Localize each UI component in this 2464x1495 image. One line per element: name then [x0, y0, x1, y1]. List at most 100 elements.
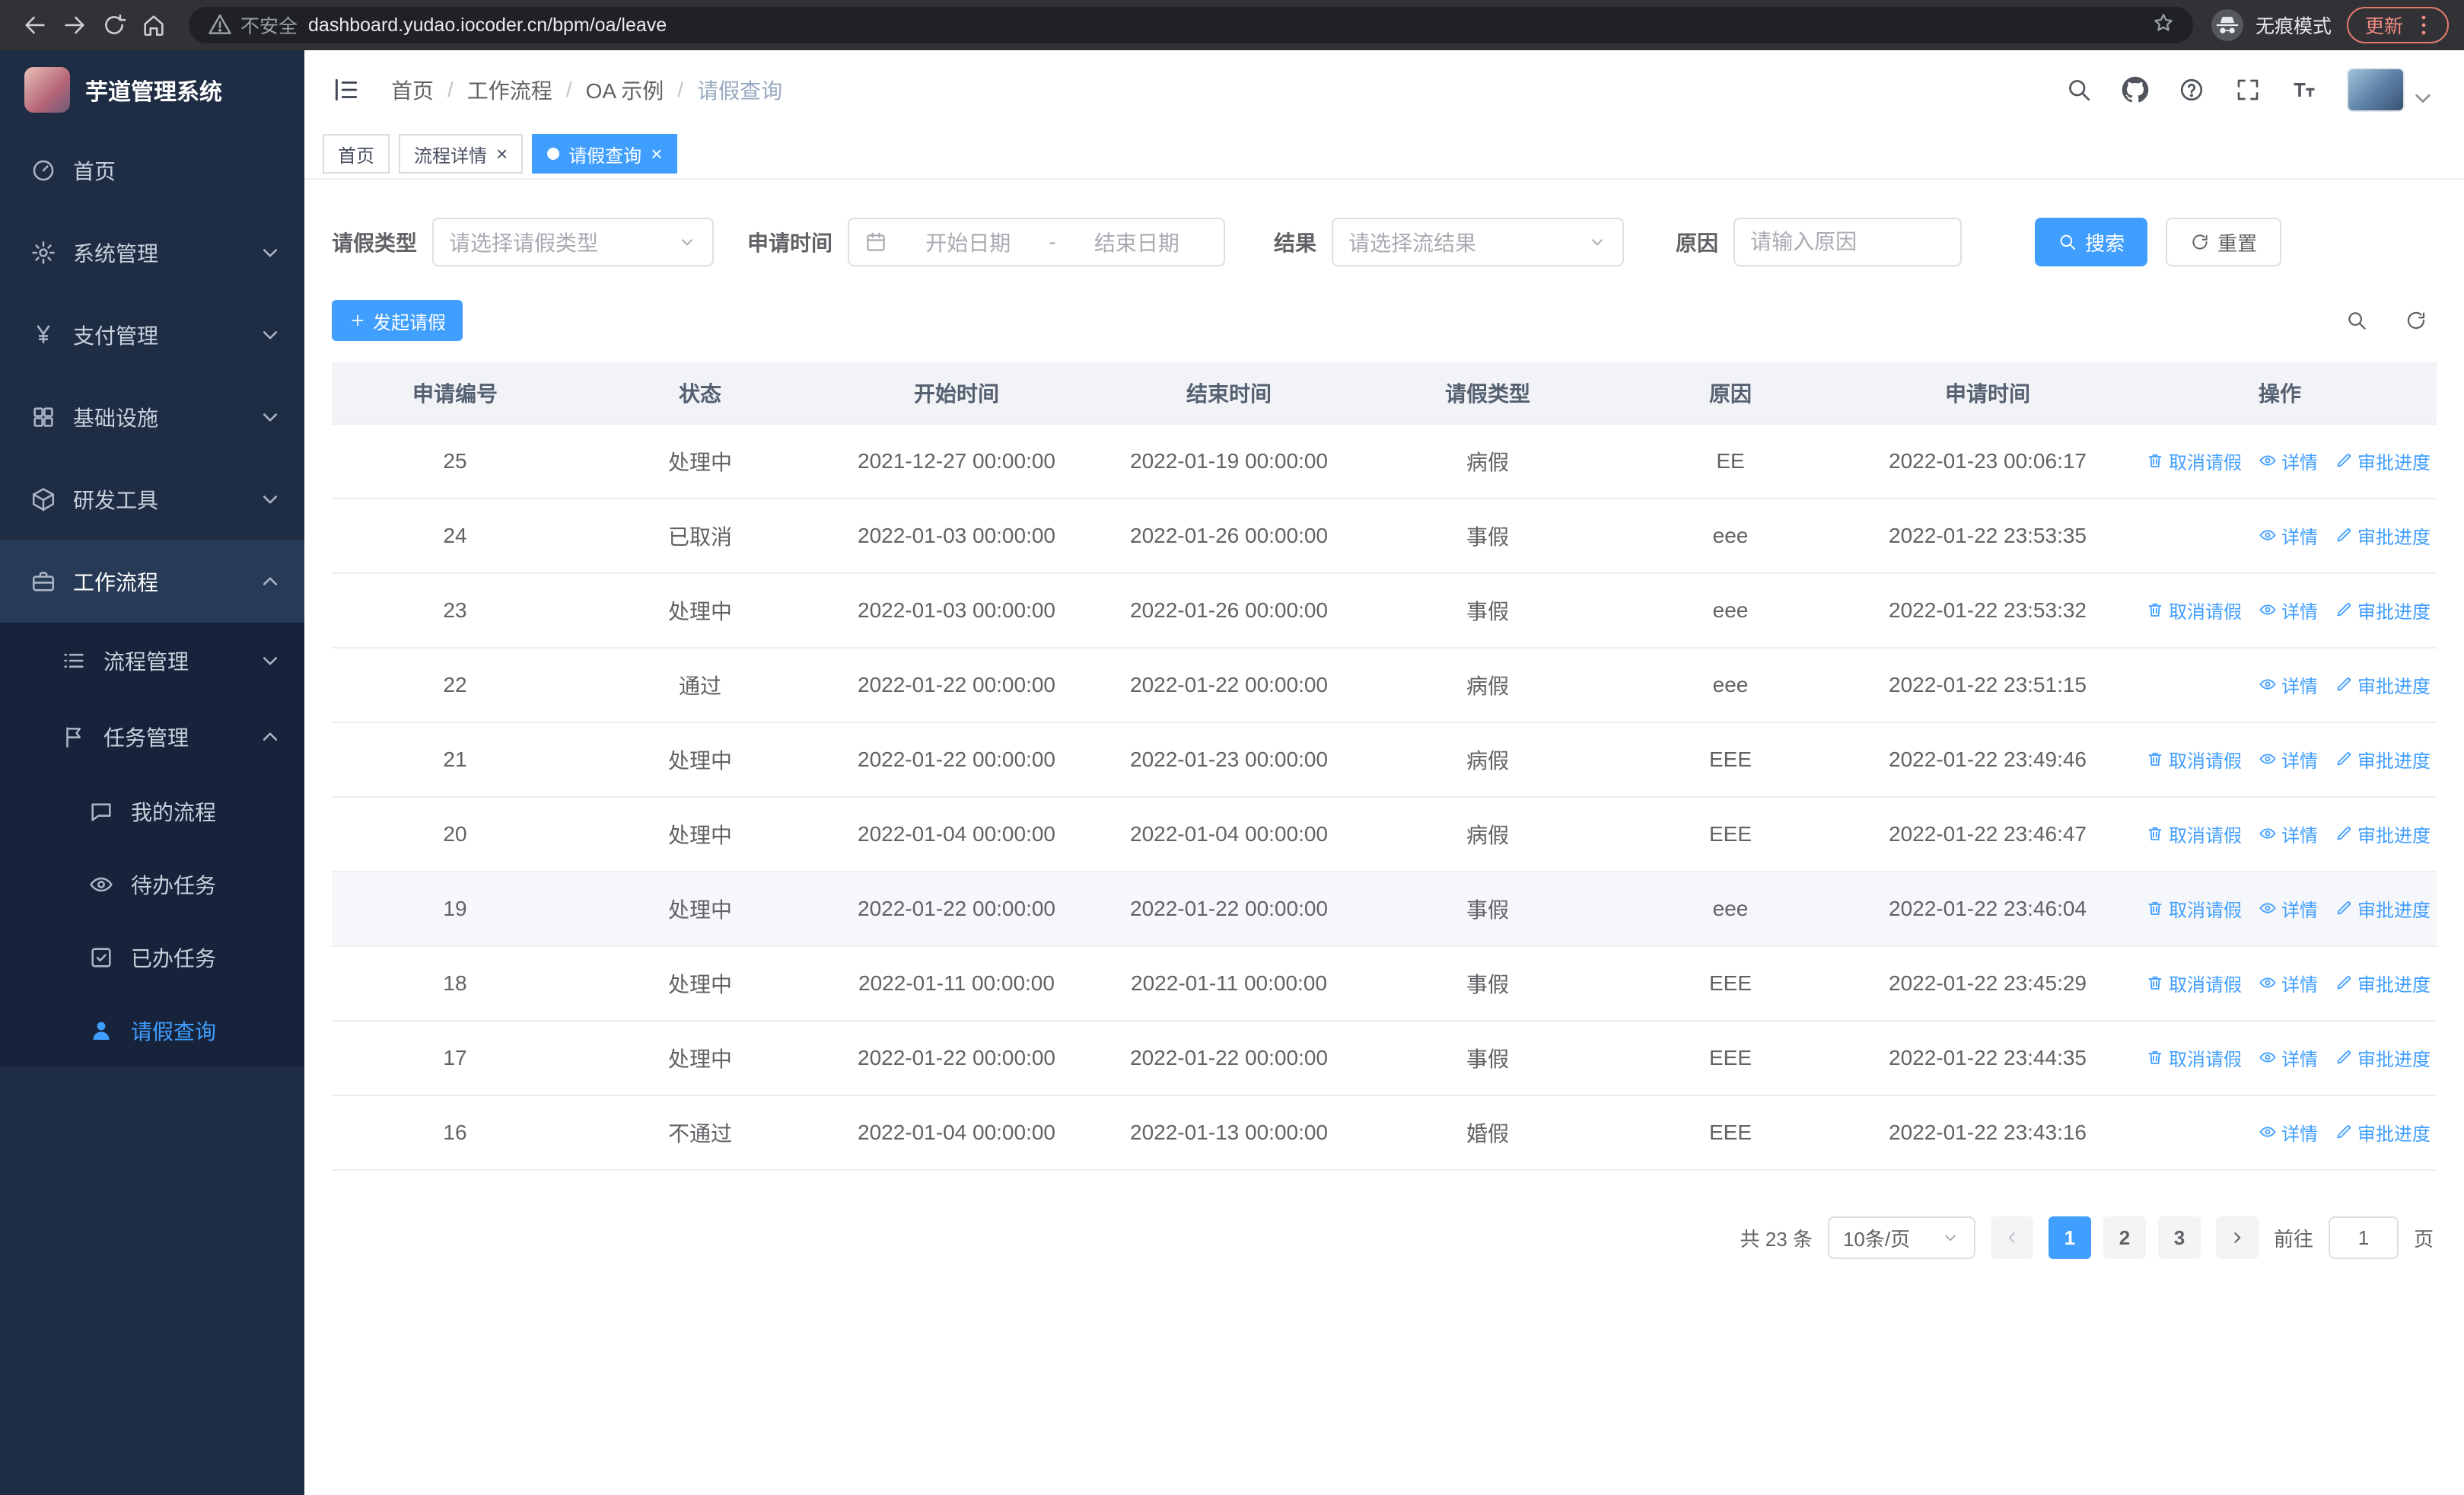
apply-time-range-picker[interactable]: 开始日期 - 结束日期 — [848, 218, 1226, 266]
approval-progress-link[interactable]: 审批进度 — [2335, 746, 2431, 773]
address-bar[interactable]: 不安全 dashboard.yudao.iocoder.cn/bpm/oa/le… — [189, 7, 2193, 43]
sidebar-item-my-process[interactable]: 我的流程 — [0, 775, 304, 848]
table-row: 23 处理中 2022-01-03 00:00:00 2022-01-26 00:00… — [332, 573, 2437, 649]
approval-progress-link[interactable]: 审批进度 — [2335, 671, 2431, 698]
avatar[interactable] — [2347, 68, 2405, 112]
reset-button[interactable]: 重置 — [2166, 218, 2282, 266]
detail-link[interactable]: 详情 — [2259, 895, 2318, 922]
approval-progress-link[interactable]: 审批进度 — [2335, 1119, 2431, 1146]
sidebar-item-infrastructure[interactable]: 基础设施 — [0, 376, 304, 458]
chat-icon — [88, 799, 114, 824]
browser-update-button[interactable]: 更新 — [2346, 7, 2449, 43]
sidebar-item-task-management[interactable]: 任务管理 — [0, 699, 304, 775]
approval-progress-link[interactable]: 审批进度 — [2335, 895, 2431, 922]
breadcrumb-workflow[interactable]: 工作流程 — [467, 75, 552, 105]
detail-link[interactable]: 详情 — [2259, 671, 2318, 698]
cancel-leave-link[interactable]: 取消请假 — [2146, 821, 2242, 847]
detail-link[interactable]: 详情 — [2259, 597, 2318, 623]
cell-status: 处理中 — [578, 1021, 822, 1096]
sidebar-item-home[interactable]: 首页 — [0, 129, 304, 212]
detail-link[interactable]: 详情 — [2259, 970, 2318, 996]
bookmark-star-button[interactable] — [2152, 11, 2175, 40]
table-row: 20 处理中 2022-01-04 00:00:00 2022-01-04 00:00… — [332, 797, 2437, 872]
sidebar-item-process-management[interactable]: 流程管理 — [0, 623, 304, 699]
approval-progress-link[interactable]: 审批进度 — [2335, 597, 2431, 623]
tab-close-icon[interactable]: × — [496, 144, 508, 164]
sidebar-item-label: 首页 — [73, 160, 116, 183]
sidebar-item-todo-tasks[interactable]: 待办任务 — [0, 848, 304, 921]
page-tabs: 首页 流程详情 × 请假查询 × — [304, 129, 2464, 180]
screen: 不安全 dashboard.yudao.iocoder.cn/bpm/oa/le… — [0, 0, 2464, 1495]
cancel-leave-link[interactable]: 取消请假 — [2146, 970, 2242, 996]
sidebar-item-done-tasks[interactable]: 已办任务 — [0, 921, 304, 994]
detail-link[interactable]: 详情 — [2259, 746, 2318, 773]
cancel-leave-link[interactable]: 取消请假 — [2146, 1044, 2242, 1071]
collapse-menu-button[interactable] — [332, 75, 361, 104]
approval-progress-link[interactable]: 审批进度 — [2335, 970, 2431, 996]
leave-type-select[interactable]: 请选择请假类型 — [432, 218, 715, 266]
cell-apply-time: 2022-01-22 23:46:04 — [1852, 872, 2123, 947]
search-button[interactable]: 搜索 — [2035, 218, 2148, 266]
cancel-leave-link[interactable]: 取消请假 — [2146, 448, 2242, 474]
detail-link[interactable]: 详情 — [2259, 1044, 2318, 1071]
sidebar-item-leave-query[interactable]: 请假查询 — [0, 994, 304, 1067]
check-square-icon — [88, 945, 114, 971]
browser-reload-button[interactable] — [94, 5, 134, 45]
browser-back-button[interactable] — [15, 5, 55, 45]
approval-progress-link[interactable]: 审批进度 — [2335, 821, 2431, 847]
cell-apply-time: 2022-01-23 00:06:17 — [1852, 424, 2123, 499]
search-icon[interactable] — [2065, 76, 2093, 104]
breadcrumb-home[interactable]: 首页 — [391, 75, 434, 105]
font-size-icon[interactable] — [2291, 76, 2318, 104]
cell-apply-id: 16 — [332, 1095, 578, 1171]
page-size-select[interactable]: 10条/页 — [1827, 1216, 1975, 1259]
tab-close-icon[interactable]: × — [651, 144, 662, 164]
toggle-search-icon[interactable] — [2345, 309, 2368, 332]
page-button-2[interactable]: 2 — [2103, 1216, 2146, 1259]
detail-link[interactable]: 详情 — [2259, 448, 2318, 474]
prev-page-button[interactable] — [1990, 1216, 2033, 1259]
user-menu[interactable] — [2347, 68, 2437, 112]
sidebar-item-devtools[interactable]: 研发工具 — [0, 458, 304, 540]
cancel-leave-link[interactable]: 取消请假 — [2146, 597, 2242, 623]
cancel-leave-link[interactable]: 取消请假 — [2146, 895, 2242, 922]
page-button-1[interactable]: 1 — [2048, 1216, 2091, 1259]
detail-link[interactable]: 详情 — [2259, 522, 2318, 549]
sidebar-item-system[interactable]: 系统管理 — [0, 212, 304, 294]
cell-leave-type: 事假 — [1367, 872, 1609, 947]
goto-page-input[interactable] — [2328, 1216, 2399, 1259]
app-logo[interactable]: 芋道管理系统 — [0, 50, 304, 129]
help-icon[interactable] — [2178, 76, 2205, 104]
result-select[interactable]: 请选择流结果 — [1332, 218, 1625, 266]
reason-input[interactable] — [1733, 218, 1963, 266]
detail-link[interactable]: 详情 — [2259, 821, 2318, 847]
sidebar-item-payment[interactable]: 支付管理 — [0, 294, 304, 376]
chevron-right-icon — [2227, 1228, 2247, 1248]
cell-actions: 取消请假 详情 审批进度 — [2123, 573, 2437, 649]
sidebar-item-workflow[interactable]: 工作流程 — [0, 540, 304, 623]
tab-home[interactable]: 首页 — [323, 134, 390, 174]
tab-process-detail[interactable]: 流程详情 × — [399, 134, 524, 174]
cell-apply-time: 2022-01-22 23:43:16 — [1852, 1095, 2123, 1171]
cancel-leave-link[interactable]: 取消请假 — [2146, 746, 2242, 773]
gear-icon — [30, 240, 56, 266]
next-page-button[interactable] — [2215, 1216, 2259, 1259]
browser-home-button[interactable] — [134, 5, 173, 45]
approval-progress-link[interactable]: 审批进度 — [2335, 1044, 2431, 1071]
browser-menu-icon[interactable] — [2411, 12, 2437, 38]
github-icon[interactable] — [2122, 76, 2149, 104]
cell-apply-time: 2022-01-22 23:45:29 — [1852, 946, 2123, 1022]
fullscreen-icon[interactable] — [2234, 76, 2262, 104]
create-leave-button[interactable]: 发起请假 — [332, 300, 463, 341]
breadcrumb-current: 请假查询 — [697, 79, 783, 103]
refresh-table-icon[interactable] — [2405, 309, 2427, 332]
security-warning[interactable]: 不安全 — [207, 11, 298, 39]
approval-progress-link[interactable]: 审批进度 — [2335, 522, 2431, 549]
tab-leave-query[interactable]: 请假查询 × — [532, 134, 678, 174]
detail-link[interactable]: 详情 — [2259, 1119, 2318, 1146]
browser-forward-button[interactable] — [55, 5, 94, 45]
cell-apply-time: 2022-01-22 23:53:32 — [1852, 573, 2123, 649]
approval-progress-link[interactable]: 审批进度 — [2335, 448, 2431, 474]
breadcrumb-oa-example[interactable]: OA 示例 — [586, 75, 664, 105]
page-button-3[interactable]: 3 — [2157, 1216, 2201, 1259]
